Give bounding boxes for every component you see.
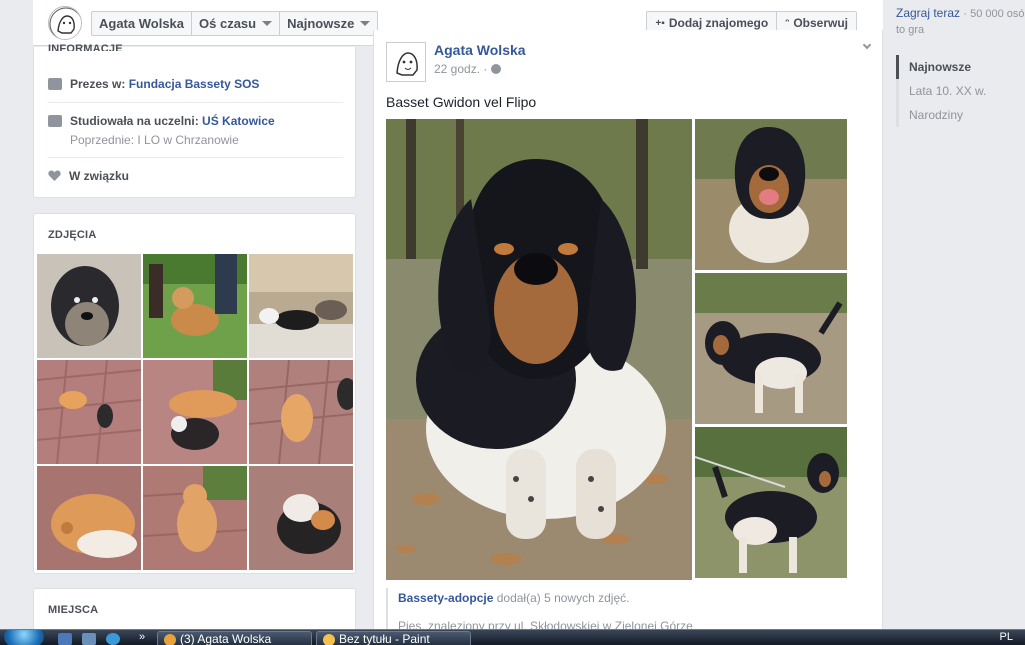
chevron-down-icon xyxy=(360,21,371,26)
work-row: Prezes w: Fundacja Bassety SOS xyxy=(48,77,343,91)
education-row: Studiowała na uczelni: UŚ Katowice Poprz… xyxy=(48,114,343,147)
sort-dropdown[interactable]: Najnowsze xyxy=(280,12,377,35)
study-link[interactable]: UŚ Katowice xyxy=(202,114,275,128)
photo-thumb-cats-on-bed[interactable] xyxy=(249,254,353,358)
profile-name-label: Agata Wolska xyxy=(99,16,185,31)
post-photo-collage xyxy=(386,119,847,580)
briefcase-icon xyxy=(48,78,62,90)
post-photo-main[interactable] xyxy=(386,119,692,580)
post-author-avatar[interactable] xyxy=(386,42,426,82)
profile-name-button[interactable]: Agata Wolska xyxy=(92,12,193,35)
work-link[interactable]: Fundacja Bassety SOS xyxy=(129,77,260,91)
timeline-years-nav: Najnowsze Lata 10. XX w. Narodziny xyxy=(896,55,1016,127)
profile-avatar[interactable] xyxy=(48,6,82,40)
browser-icon[interactable] xyxy=(106,633,120,645)
info-card-title: INFORMACJE xyxy=(48,43,123,51)
task-browser[interactable]: (3) Agata Wolska xyxy=(157,631,312,645)
browser-task-icon xyxy=(164,634,176,645)
divider xyxy=(48,157,343,158)
post-time-label: 22 godz. · xyxy=(434,62,488,76)
post-author-name[interactable]: Agata Wolska xyxy=(434,42,526,58)
shared-source-line: Bassety-adopcje dodał(a) 5 nowych zdjęć. xyxy=(398,591,847,605)
quicklaunch-more-icon[interactable]: » xyxy=(139,631,145,643)
photo-thumb-ginger-cat-sitting[interactable] xyxy=(143,466,247,570)
timeline-nav: Agata Wolska Oś czasu Najnowsze xyxy=(91,11,379,36)
work-label: Prezes w: xyxy=(70,77,126,91)
task-paint-label: Bez tytułu - Paint xyxy=(339,632,430,645)
relationship-label: W związku xyxy=(69,169,130,183)
timeline-dropdown-label: Oś czasu xyxy=(199,16,257,31)
photos-card: ZDJĘCIA xyxy=(33,213,356,574)
graduation-cap-icon xyxy=(48,115,62,127)
post-options-chevron-icon[interactable] xyxy=(862,40,872,50)
photo-grid xyxy=(37,254,353,570)
photo-thumb-ginger-cat-lying[interactable] xyxy=(37,466,141,570)
play-count: · 50 000 osób xyxy=(963,8,1025,20)
windows-taskbar: » (3) Agata Wolska Bez tytułu - Paint PL xyxy=(0,629,1025,645)
heart-icon xyxy=(48,170,61,181)
photo-thumb-dog-portrait[interactable] xyxy=(37,254,141,358)
switch-windows-icon[interactable] xyxy=(82,633,96,645)
divider xyxy=(48,102,343,103)
game-promo: Zagraj teraz · 50 000 osób xyxy=(896,6,1025,20)
study-label: Studiowała na uczelni: xyxy=(70,114,199,128)
shared-action-text: dodał(a) 5 nowych zdjęć. xyxy=(496,591,630,605)
task-browser-label: (3) Agata Wolska xyxy=(180,632,272,645)
chevron-down-icon xyxy=(262,21,273,26)
info-card: INFORMACJE Prezes w: Fundacja Bassety SO… xyxy=(33,43,356,198)
year-item-latest[interactable]: Najnowsze xyxy=(896,55,1016,79)
paint-task-icon xyxy=(323,634,335,645)
photo-thumb-cats-on-pavement[interactable] xyxy=(37,360,141,464)
photo-thumb-dog-with-people[interactable] xyxy=(143,254,247,358)
photo-thumb-cat-on-tiles[interactable] xyxy=(249,360,353,464)
show-desktop-icon[interactable] xyxy=(58,633,72,645)
task-paint[interactable]: Bez tytułu - Paint xyxy=(316,631,471,645)
post-timestamp[interactable]: 22 godz. · xyxy=(434,62,502,76)
photos-card-title[interactable]: ZDJĘCIA xyxy=(48,229,96,241)
play-now-link[interactable]: Zagraj teraz xyxy=(896,6,960,20)
relationship-row: W związku xyxy=(48,169,343,183)
post-text: Basset Gwidon vel Flipo xyxy=(386,94,537,110)
language-indicator[interactable]: PL xyxy=(1000,631,1013,643)
photo-thumb-calico-cat[interactable] xyxy=(249,466,353,570)
post-photo-4[interactable] xyxy=(695,427,847,578)
info-card-title-clip: INFORMACJE xyxy=(48,41,123,51)
post-photo-3[interactable] xyxy=(695,273,847,424)
study-previous: Poprzednie: I LO w Chrzanowie xyxy=(70,133,239,147)
places-card-title[interactable]: MIEJSCA xyxy=(48,604,98,616)
photo-thumb-cats-sitting[interactable] xyxy=(143,360,247,464)
post-photo-2[interactable] xyxy=(695,119,847,270)
year-item-2010s[interactable]: Lata 10. XX w. xyxy=(896,79,1016,103)
timeline-post: Agata Wolska 22 godz. · Basset Gwidon ve… xyxy=(373,30,883,645)
timeline-dropdown[interactable]: Oś czasu xyxy=(192,12,281,35)
start-button[interactable] xyxy=(4,630,44,645)
shared-source-link[interactable]: Bassety-adopcje xyxy=(398,591,493,605)
sort-dropdown-label: Najnowsze xyxy=(287,16,355,31)
globe-icon xyxy=(491,64,502,74)
year-item-born[interactable]: Narodziny xyxy=(896,103,1016,127)
game-promo-suffix: to gra xyxy=(896,24,925,36)
